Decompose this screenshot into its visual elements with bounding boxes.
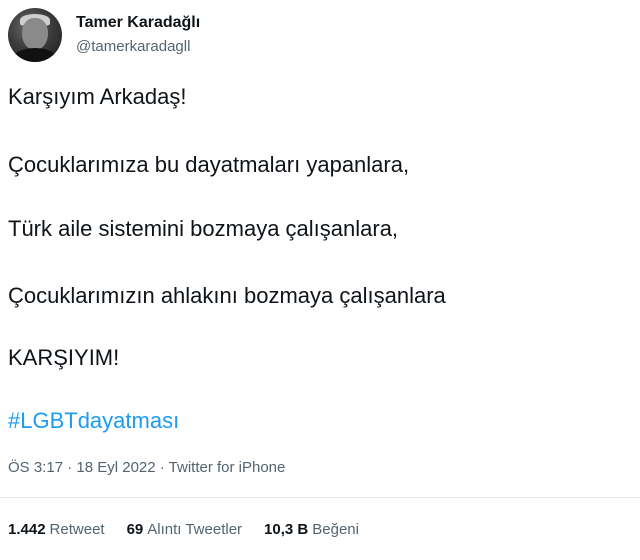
retweet-stat[interactable]: 1.442 Retweet — [8, 520, 105, 540]
retweet-label: Retweet — [49, 521, 105, 538]
tweet-header: Tamer Karadağlı @tamerkaradagll — [8, 8, 200, 62]
tweet-line-1: Karşıyım Arkadaş! — [8, 84, 187, 109]
tweet-stats: 1.442 Retweet 69 Alıntı Tweetler 10,3 B Beğ… — [8, 520, 381, 540]
divider — [0, 497, 640, 498]
avatar-body — [12, 48, 58, 62]
quote-stat[interactable]: 69 Alıntı Tweetler — [127, 520, 242, 540]
avatar-face — [22, 18, 48, 50]
like-label: Beğeni — [312, 521, 359, 538]
author-display-name[interactable]: Tamer Karadağlı — [76, 13, 200, 33]
tweet-line-4: Çocuklarımızın ahlakını bozmaya çalışanl… — [8, 283, 446, 308]
tweet-line-3: Türk aile sistemini bozmaya çalışanlara, — [8, 216, 399, 241]
retweet-count: 1.442 — [8, 521, 46, 538]
tweet-line-5: KARŞIYIM! — [8, 345, 120, 370]
tweet-meta[interactable]: ÖS 3:17 · 18 Eyl 2022 · Twitter for iPho… — [8, 458, 285, 478]
hashtag-link[interactable]: #LGBTdayatması — [8, 408, 179, 434]
tweet-line-2: Çocuklarımıza bu dayatmaları yapanlara, — [8, 152, 410, 177]
like-count: 10,3 B — [264, 521, 309, 538]
quote-label: Alıntı Tweetler — [147, 521, 243, 538]
author-names: Tamer Karadağlı @tamerkaradagll — [76, 13, 200, 57]
avatar[interactable] — [8, 8, 62, 62]
like-stat[interactable]: 10,3 B Beğeni — [264, 520, 359, 540]
author-handle[interactable]: @tamerkaradagll — [76, 37, 200, 57]
tweet: Tamer Karadağlı @tamerkaradagll Karşıyım… — [0, 0, 640, 560]
quote-count: 69 — [126, 521, 144, 538]
